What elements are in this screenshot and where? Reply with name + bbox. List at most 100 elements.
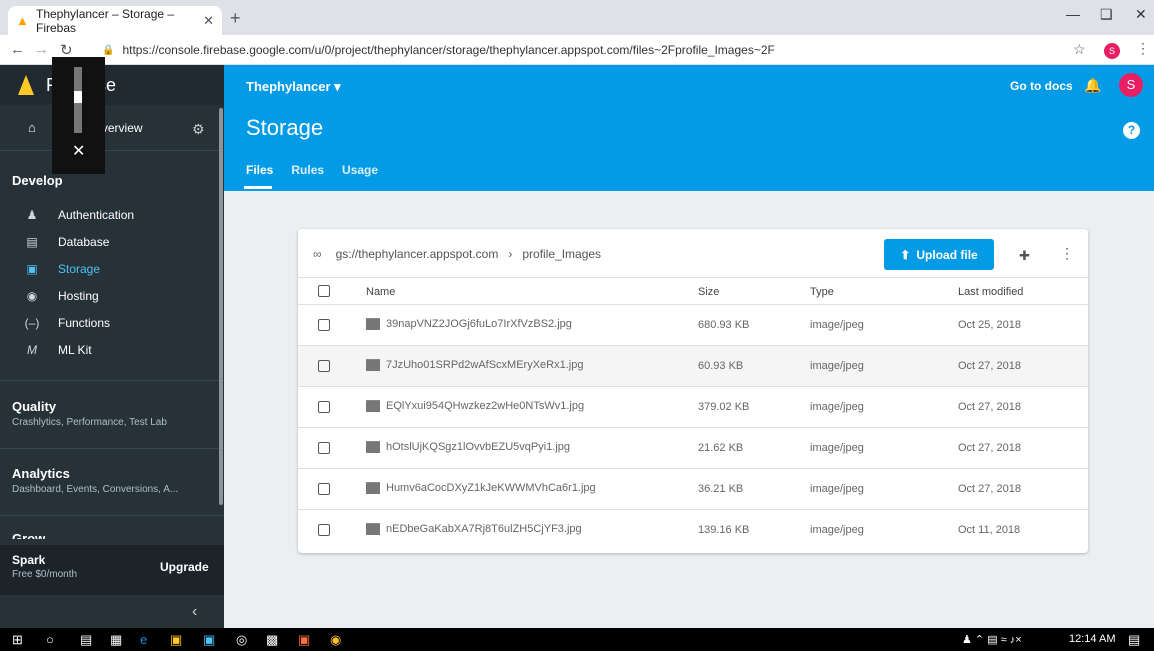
go-to-docs-link[interactable]: Go to docs (1010, 79, 1073, 93)
more-options-icon[interactable]: ⋮ (1060, 245, 1074, 262)
minimize-icon[interactable]: — (1066, 6, 1080, 22)
column-size[interactable]: Size (698, 286, 719, 298)
upgrade-button[interactable]: Upgrade (160, 560, 209, 574)
tab-files[interactable]: Files (246, 163, 273, 177)
notifications-bell-icon[interactable]: 🔔 (1084, 77, 1101, 94)
file-name[interactable]: 39napVNZ2JOGj6fuLo7IrXfVzBS2.jpg (386, 318, 572, 330)
bookmark-star-icon[interactable]: ☆ (1073, 41, 1086, 58)
table-row[interactable]: Humv6aCocDXyZ1kJeKWWMVhCa6r1.jpg 36.21 K… (298, 469, 1088, 510)
section-quality[interactable]: Quality Crashlytics, Performance, Test L… (0, 399, 224, 428)
tab-rules[interactable]: Rules (291, 163, 324, 177)
upload-file-button[interactable]: ⬆ Upload file (884, 239, 994, 270)
avatar[interactable]: S (1119, 73, 1143, 97)
tab-close-icon[interactable]: ✕ (203, 13, 214, 29)
file-type: image/jpeg (810, 319, 864, 331)
system-tray-icons[interactable]: ♟ ⌃ ▤ ≈ ♪× (962, 633, 1022, 646)
mlkit-icon: M (27, 342, 37, 357)
tab-usage[interactable]: Usage (342, 163, 378, 177)
sidebar-scrollbar[interactable] (219, 108, 223, 505)
app-icon[interactable]: ▣ (170, 632, 182, 648)
photoshop-icon[interactable]: ▣ (203, 632, 215, 648)
app-icon[interactable]: ▣ (298, 632, 310, 648)
file-type: image/jpeg (810, 401, 864, 413)
browser-tab[interactable]: ▲ Thephylancer – Storage – Firebas ✕ (8, 6, 222, 35)
edge-icon[interactable]: e (140, 632, 147, 647)
forward-icon[interactable]: → (34, 41, 49, 58)
breadcrumb-bucket[interactable]: gs://thephylancer.appspot.com (336, 247, 499, 261)
table-row[interactable]: 39napVNZ2JOGj6fuLo7IrXfVzBS2.jpg 680.93 … (298, 305, 1088, 346)
project-overview[interactable]: ⌂ Project Overview (0, 105, 224, 151)
active-tab-indicator (244, 186, 272, 189)
file-explorer-icon[interactable]: ▦ (110, 632, 122, 648)
plan-panel: Spark Free $0/month Upgrade (0, 545, 224, 595)
tab-title: Thephylancer – Storage – Firebas (36, 6, 175, 35)
file-modified: Oct 27, 2018 (958, 442, 1021, 454)
file-name[interactable]: hOtslUjKQSgz1lOvvbEZU5vqPyi1.jpg (386, 441, 570, 453)
sidebar-item-mlkit[interactable]: M ML Kit (0, 336, 224, 363)
url-field[interactable]: 🔒 https://console.firebase.google.com/u/… (102, 39, 1086, 61)
file-type: image/jpeg (810, 524, 864, 536)
breadcrumb-folder[interactable]: profile_Images (522, 247, 601, 261)
section-grow[interactable]: Grow (0, 531, 45, 539)
file-type: image/jpeg (810, 483, 864, 495)
new-tab-icon[interactable]: + (230, 8, 241, 29)
column-name[interactable]: Name (366, 286, 395, 298)
row-checkbox[interactable] (318, 483, 330, 495)
select-all-checkbox[interactable] (318, 285, 330, 297)
notifications-icon[interactable]: ▤ (1128, 632, 1140, 648)
file-type: image/jpeg (810, 442, 864, 454)
sidebar-item-storage[interactable]: ▣ Storage (0, 255, 224, 282)
row-checkbox[interactable] (318, 319, 330, 331)
row-checkbox[interactable] (318, 442, 330, 454)
file-type: image/jpeg (810, 360, 864, 372)
row-checkbox[interactable] (318, 360, 330, 372)
image-file-icon (366, 318, 380, 331)
sidebar-item-hosting[interactable]: ◉ Hosting (0, 282, 224, 309)
table-row[interactable]: 7JzUho01SRPd2wAfScxMEryXeRx1.jpg 60.93 K… (298, 346, 1088, 387)
close-icon[interactable]: ✕ (72, 141, 85, 161)
table-row[interactable]: EQlYxui954QHwzkez2wHe0NTsWv1.jpg 379.02 … (298, 387, 1088, 428)
settings-gear-icon[interactable]: ⚙ (192, 121, 205, 138)
column-last-modified[interactable]: Last modified (958, 286, 1023, 298)
file-name[interactable]: nEDbeGaKabXA7Rj8T6ulZH5CjYF3.jpg (386, 523, 582, 535)
restore-icon[interactable]: ❑ (1100, 6, 1113, 23)
image-file-icon (366, 441, 380, 454)
collapse-sidebar-icon[interactable]: ‹ (192, 603, 197, 621)
firebase-logo-icon (18, 75, 34, 95)
new-folder-icon[interactable]: ✚ (1019, 248, 1030, 264)
task-view-icon[interactable]: ▤ (80, 632, 92, 648)
section-develop[interactable]: Develop (0, 173, 63, 188)
row-checkbox[interactable] (318, 401, 330, 413)
sidebar-item-label: Hosting (58, 288, 99, 303)
search-icon[interactable]: ○ (46, 632, 54, 647)
upload-icon: ⬆ (900, 247, 911, 262)
browser-profile-avatar[interactable]: S (1104, 43, 1120, 59)
browser-menu-icon[interactable]: ⋮ (1136, 40, 1150, 57)
file-size: 36.21 KB (698, 483, 744, 495)
project-selector[interactable]: Thephylancer ▾ (246, 79, 341, 95)
page-title: Storage (246, 115, 324, 140)
windows-start-icon[interactable]: ⊞ (12, 632, 23, 648)
column-type[interactable]: Type (810, 286, 834, 298)
app-icon[interactable]: ◎ (236, 632, 247, 648)
sidebar-item-label: Storage (58, 261, 101, 276)
file-name[interactable]: EQlYxui954QHwzkez2wHe0NTsWv1.jpg (386, 400, 584, 412)
section-analytics[interactable]: Analytics Dashboard, Events, Conversions… (0, 466, 224, 495)
back-icon[interactable]: ← (10, 41, 25, 58)
help-icon[interactable]: ? (1123, 122, 1140, 139)
main-content: ∞ gs://thephylancer.appspot.com › profil… (224, 191, 1154, 628)
sidebar-item-functions[interactable]: (–) Functions (0, 309, 224, 336)
row-checkbox[interactable] (318, 524, 330, 536)
slider-knob[interactable] (74, 91, 82, 103)
terminal-icon[interactable]: ▩ (266, 632, 278, 648)
table-row[interactable]: hOtslUjKQSgz1lOvvbEZU5vqPyi1.jpg 21.62 K… (298, 428, 1088, 469)
chevron-down-icon: ▾ (334, 79, 341, 94)
window-close-icon[interactable]: ✕ (1135, 6, 1147, 23)
table-row[interactable]: nEDbeGaKabXA7Rj8T6ulZH5CjYF3.jpg 139.16 … (298, 510, 1088, 551)
clock[interactable]: 12:14 AM (1069, 633, 1115, 645)
file-name[interactable]: 7JzUho01SRPd2wAfScxMEryXeRx1.jpg (386, 359, 583, 371)
sidebar-item-database[interactable]: ▤ Database (0, 228, 224, 255)
chrome-icon[interactable]: ◉ (330, 632, 341, 648)
file-name[interactable]: Humv6aCocDXyZ1kJeKWWMVhCa6r1.jpg (386, 482, 596, 494)
sidebar-item-authentication[interactable]: ♟ Authentication (0, 201, 224, 228)
